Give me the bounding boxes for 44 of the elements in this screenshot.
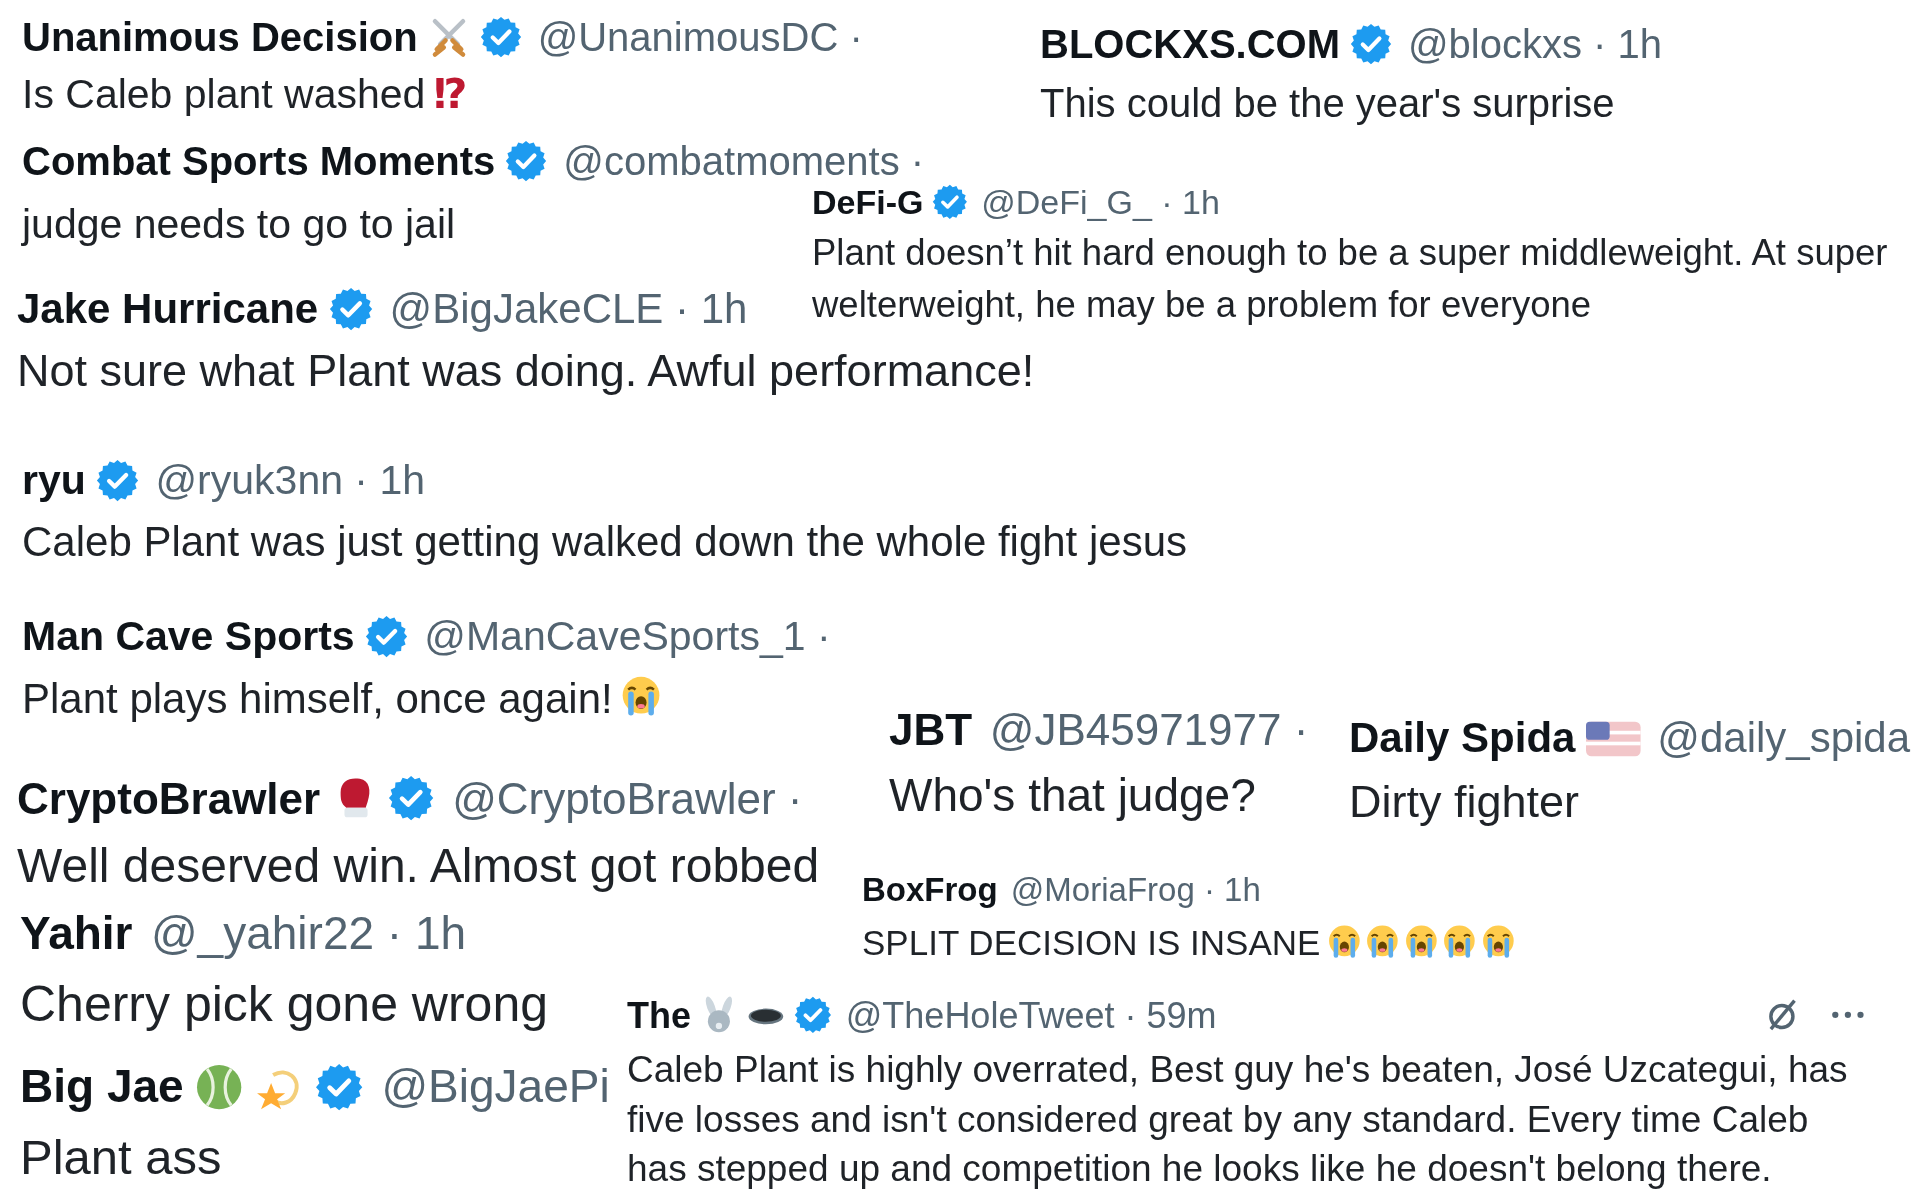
tweet-text: Is Caleb plant washed (22, 71, 426, 118)
user-handle: @_yahir22 · 1h (150, 906, 467, 962)
tweet-text: Caleb Plant was just getting walked down the whole fight jesus (22, 517, 1187, 565)
user-name: BLOCKXS.COM (1040, 21, 1340, 68)
tweet-text: Who's that judge? (889, 769, 1256, 822)
user-name: Jake Hurricane (17, 283, 319, 334)
tweet-text: Cherry pick gone wrong (20, 975, 549, 1032)
crying-face-icon (1364, 923, 1401, 961)
user-handle: @BigJakeCLE · 1h (389, 283, 748, 334)
user-name: Yahir (20, 906, 133, 962)
tweet-text: Caleb Plant is highly overrated, Best guy he's beaten, José Uzcategui, has five losses and isn't considered great by any standard. Every time Caleb has stepped up and competition he looks like he doesn't belong there. (627, 1049, 1848, 1189)
user-handle: @UnanimousDC · (537, 14, 863, 61)
user-name: ryu (22, 456, 86, 506)
user-name: Combat Sports Moments (22, 138, 496, 185)
user-handle: @DeFi_G_ · 1h (981, 181, 1220, 223)
user-handle: @daily_spida (1657, 712, 1911, 763)
user-name: The (627, 993, 691, 1038)
user-handle: @BigJaePi (381, 1059, 610, 1115)
user-name: CryptoBrawler (17, 772, 321, 825)
tweet-text: Plant doesn’t hit hard enough to be a super middleweight. At super welterweight, he may be a problem for everyone (812, 232, 1888, 325)
user-handle: @MoriaFrog · 1h (1010, 870, 1261, 911)
tweet-text: Dirty fighter (1349, 775, 1580, 827)
crying-face-icon (1441, 923, 1478, 961)
tweet-text: judge needs to go to jail (22, 201, 456, 248)
tweet-text: SPLIT DECISION IS INSANE (862, 923, 1321, 963)
user-handle: @CryptoBrawler · (452, 772, 803, 825)
tweet-text: Not sure what Plant was doing. Awful performance! (17, 344, 1035, 396)
user-handle: @ryuk3nn · 1h (155, 456, 426, 506)
interrobang-mark: ⁉ (433, 70, 468, 119)
user-handle: @ManCaveSports_1 · (424, 612, 831, 662)
user-name: JBT (889, 703, 973, 756)
tweet-text: This could be the year's surprise (1040, 81, 1615, 125)
user-name: Daily Spida (1349, 712, 1576, 763)
user-handle: @blockxs · 1h (1408, 21, 1663, 68)
user-name: Unanimous Decision (22, 14, 418, 61)
user-handle: @JB45971977 · (989, 703, 1309, 756)
tweet-text: Plant plays himself, once again! (22, 674, 613, 722)
tweet-text: Plant ass (20, 1130, 222, 1185)
ball-icon (195, 1062, 244, 1112)
user-name: BoxFrog (862, 870, 998, 911)
user-name: Big Jae (20, 1059, 184, 1115)
user-handle: @TheHoleTweet · 59m (845, 993, 1217, 1038)
tweet-text: Well deserved win. Almost got robbed (17, 839, 820, 892)
user-name: Man Cave Sports (22, 612, 355, 662)
